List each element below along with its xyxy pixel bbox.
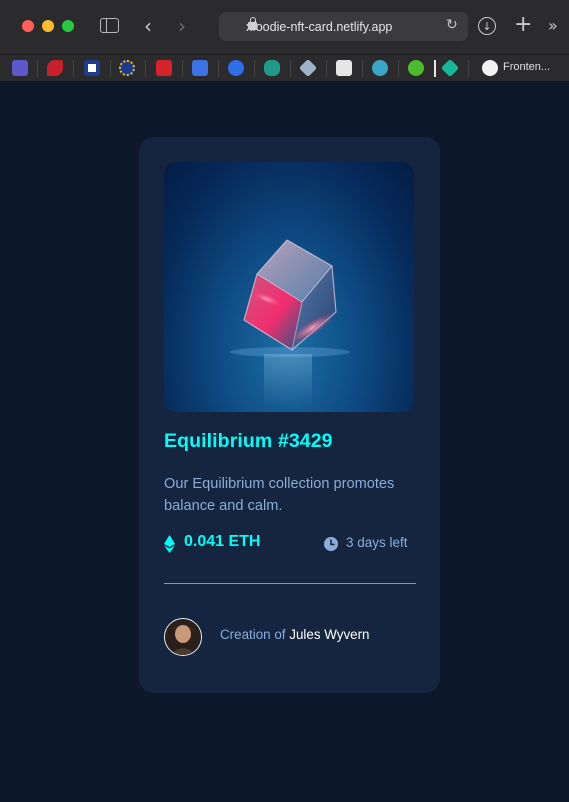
avatar-image	[165, 619, 201, 655]
bookmark-favicon-icon[interactable]	[228, 60, 244, 76]
new-tab-icon[interactable]: +	[514, 12, 532, 37]
ethereum-icon	[164, 535, 175, 553]
creator-line: Creation of Jules Wyvern	[220, 627, 370, 642]
bookmark-label[interactable]: Fronten...	[503, 61, 550, 73]
bookmark-separator	[398, 60, 399, 77]
window-maximize-button[interactable]	[62, 20, 74, 32]
sidebar-toggle-icon[interactable]	[100, 18, 119, 33]
nft-image[interactable]	[164, 162, 414, 412]
bookmark-separator	[326, 60, 327, 77]
browser-titlebar: ‹ › xfoodie-nft-card.netlify.app ↻ ↓ + »	[0, 0, 569, 54]
chevron-double-right-icon[interactable]: »	[548, 16, 558, 35]
bookmark-favicon-icon[interactable]	[47, 60, 63, 76]
bookmark-separator	[290, 60, 291, 77]
bookmark-separator	[362, 60, 363, 77]
bookmark-favicon-icon[interactable]	[482, 60, 498, 76]
back-arrow-icon[interactable]: ‹	[144, 14, 152, 38]
bookmarks-bar: Fronten...	[0, 54, 569, 81]
clock-icon	[324, 537, 338, 551]
forward-arrow-icon[interactable]: ›	[178, 14, 186, 38]
bookmark-separator	[218, 60, 219, 77]
bookmark-favicon-icon[interactable]	[440, 58, 460, 78]
bookmark-separator	[434, 60, 436, 77]
window-close-button[interactable]	[22, 20, 34, 32]
bookmark-favicon-icon[interactable]	[156, 60, 172, 76]
price-row: 0.041 ETH 3 days left	[164, 533, 415, 555]
nft-card: Equilibrium #3429 Our Equilibrium collec…	[139, 137, 440, 693]
window-minimize-button[interactable]	[42, 20, 54, 32]
creator-avatar	[164, 618, 202, 656]
bookmark-separator	[37, 60, 38, 77]
lock-icon	[248, 17, 257, 30]
bookmark-favicon-icon[interactable]	[119, 60, 135, 76]
download-icon[interactable]: ↓	[478, 17, 496, 35]
bookmark-separator	[110, 60, 111, 77]
time-left: 3 days left	[346, 535, 408, 550]
bookmark-favicon-icon[interactable]	[298, 58, 318, 78]
bookmark-favicon-icon[interactable]	[336, 60, 352, 76]
bookmark-separator	[182, 60, 183, 77]
divider	[164, 583, 416, 584]
bookmark-separator	[73, 60, 74, 77]
nft-description: Our Equilibrium collection promotes bala…	[164, 476, 395, 514]
reload-icon[interactable]: ↻	[446, 17, 458, 33]
bookmark-separator	[254, 60, 255, 77]
bookmark-separator	[468, 60, 469, 77]
creator-name[interactable]: Jules Wyvern	[289, 627, 369, 642]
bookmark-separator	[145, 60, 146, 77]
page-viewport: Equilibrium #3429 Our Equilibrium collec…	[0, 82, 569, 802]
bookmark-favicon-icon[interactable]	[84, 60, 100, 76]
address-bar-url: xfoodie-nft-card.netlify.app	[246, 19, 393, 34]
nft-price: 0.041 ETH	[184, 533, 261, 550]
bookmark-favicon-icon[interactable]	[192, 60, 208, 76]
cube-image	[230, 239, 350, 406]
bookmark-favicon-icon[interactable]	[372, 60, 388, 76]
creation-prefix: Creation of	[220, 627, 286, 642]
bookmark-favicon-icon[interactable]	[408, 60, 424, 76]
nft-title[interactable]: Equilibrium #3429	[164, 430, 333, 453]
bookmark-favicon-icon[interactable]	[12, 60, 28, 76]
bookmark-favicon-icon[interactable]	[264, 60, 280, 76]
